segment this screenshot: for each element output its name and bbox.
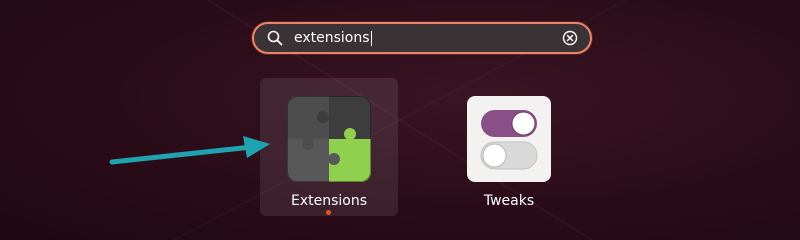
app-label-tweaks: Tweaks xyxy=(483,193,535,209)
text-caret xyxy=(370,30,372,46)
search-query-text: extensions xyxy=(294,30,370,46)
running-indicator xyxy=(326,210,331,215)
search-bar[interactable]: extensions xyxy=(252,22,592,54)
app-tile-tweaks[interactable]: Tweaks xyxy=(440,78,578,216)
puzzle-icon xyxy=(287,96,371,182)
toggle-switches-icon xyxy=(467,96,551,182)
search-icon xyxy=(267,30,283,46)
app-tile-extensions[interactable]: Extensions xyxy=(260,78,398,216)
search-input[interactable]: extensions xyxy=(294,28,554,48)
app-grid-overview: extensions Extensions Tweaks xyxy=(0,0,800,240)
app-label-extensions: Extensions xyxy=(290,193,368,209)
clear-icon[interactable] xyxy=(562,30,578,46)
